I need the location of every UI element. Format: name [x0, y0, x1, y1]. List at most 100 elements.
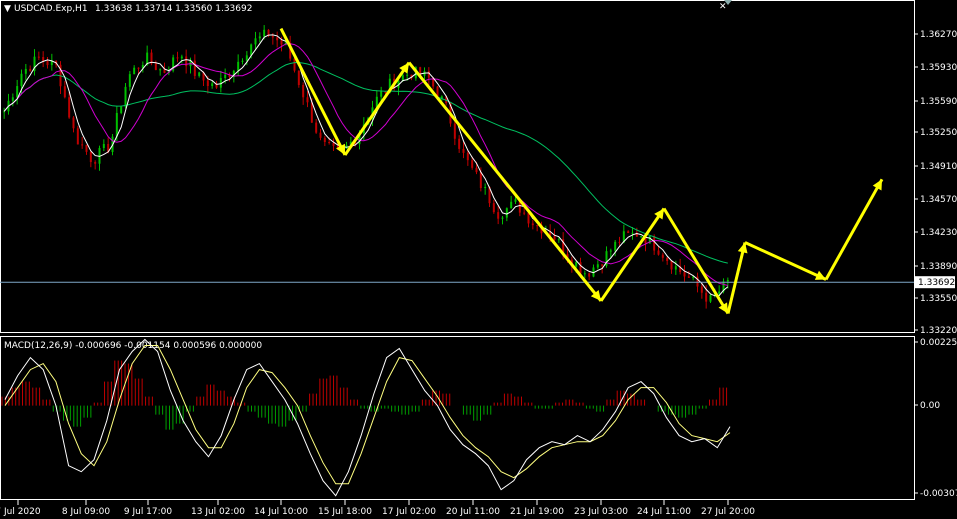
candle-body — [297, 70, 300, 85]
price-y-tick-label: 1.33890 — [920, 262, 957, 272]
candle-body — [575, 262, 578, 267]
candle-body — [614, 241, 617, 251]
price-y-tick-label: 1.34910 — [920, 162, 957, 172]
candle-body — [176, 57, 179, 59]
candle-body — [211, 83, 214, 87]
x-tick-label: 17 Jul 02:00 — [382, 507, 436, 517]
candle-body — [670, 260, 673, 270]
candle-body — [250, 44, 253, 56]
candle-body — [687, 276, 690, 278]
candle-body — [514, 199, 517, 202]
candle-body — [523, 212, 526, 214]
candle-body — [531, 223, 534, 226]
candle-body — [653, 236, 656, 251]
price-y-tick-label: 1.34570 — [920, 195, 957, 205]
chart-canvas[interactable]: ▼ USDCAD.Exp,H1 1.33638 1.33714 1.33560 … — [0, 0, 957, 519]
x-tick-label: 27 Jul 20:00 — [701, 507, 755, 517]
candle-body — [76, 128, 79, 145]
candle-body — [471, 160, 474, 168]
candle-body — [154, 63, 157, 71]
candle-body — [666, 257, 669, 261]
macd-header-label: MACD(12,26,9) -0.000696 -0.001154 0.0005… — [4, 341, 262, 351]
candle-body — [241, 60, 244, 62]
candle-body — [588, 273, 591, 277]
candle-body — [85, 144, 88, 152]
price-y-tick-label: 1.35930 — [920, 63, 957, 73]
candle-body — [661, 254, 664, 258]
projection-arrow — [744, 241, 827, 281]
candle-body — [497, 212, 500, 219]
candle-body — [94, 162, 97, 164]
candle-body — [583, 273, 586, 275]
price-y-tick-label: 1.34230 — [920, 228, 957, 238]
candle-body — [492, 203, 495, 213]
ohlc-label: 1.33638 1.33714 1.33560 1.33692 — [95, 4, 252, 14]
candle-body — [271, 36, 274, 38]
candle-body — [128, 74, 131, 87]
candle-body — [310, 102, 313, 123]
macd-y-tick-label: 0.002251 — [920, 338, 957, 348]
candle-body — [137, 67, 140, 69]
macd-panel[interactable] — [0, 336, 915, 500]
candle-body — [718, 291, 721, 294]
candle-body — [133, 67, 136, 75]
candle-body — [245, 55, 248, 61]
candle-body — [293, 58, 296, 71]
candle-body — [63, 86, 66, 98]
ma-slow-line — [3, 61, 728, 264]
candle-body — [280, 40, 283, 45]
symbol-label: USDCAD.Exp,H1 — [14, 4, 88, 14]
candle-body — [484, 186, 487, 189]
candle-body — [609, 250, 612, 252]
candle-body — [726, 279, 729, 282]
candle-body — [206, 80, 209, 87]
ma-mid-line — [3, 43, 728, 286]
price-y-tick-label: 1.33220 — [920, 326, 957, 336]
x-tick-label: 14 Jul 10:00 — [254, 507, 308, 517]
zigzag-arrow — [279, 27, 347, 156]
candle-body — [159, 69, 162, 71]
candle-body — [68, 97, 71, 118]
candle-body — [527, 212, 530, 224]
candle-body — [37, 56, 40, 58]
candle-body — [553, 235, 556, 240]
projection-arrow — [726, 242, 747, 314]
candle-body — [163, 69, 166, 73]
candle-body — [505, 208, 508, 218]
zigzag-arrow — [407, 61, 603, 302]
macd-series-layer — [1, 338, 731, 497]
candle-body — [557, 239, 560, 241]
price-y-tick-label: 1.35590 — [920, 97, 957, 107]
ma-fast-line — [3, 34, 729, 297]
candle-body — [401, 75, 404, 81]
candle-body — [258, 36, 261, 39]
candle-body — [224, 74, 227, 79]
x-tick-label: 8 Jul 09:00 — [62, 507, 111, 517]
candle-body — [627, 231, 630, 233]
candle-body — [406, 74, 409, 76]
candle-body — [596, 264, 599, 268]
candle-body — [237, 61, 240, 71]
candle-body — [198, 72, 201, 76]
candle-body — [601, 264, 604, 266]
candle-body — [475, 167, 478, 173]
candle-body — [510, 201, 513, 209]
candle-body — [709, 295, 712, 302]
candle-body — [315, 122, 318, 133]
candle-body — [302, 84, 305, 98]
candle-body — [254, 38, 257, 45]
x-tick-label: 24 Jul 11:00 — [637, 507, 691, 517]
price-y-tick-label: 1.35250 — [920, 128, 957, 138]
candle-body — [11, 97, 14, 101]
candle-body — [20, 73, 23, 87]
candle-body — [640, 236, 643, 238]
candle-body — [180, 56, 183, 59]
candle-body — [16, 86, 19, 98]
candle-body — [306, 97, 309, 103]
candle-body — [458, 138, 461, 149]
candle-body — [72, 117, 75, 129]
x-tick-label: 13 Jul 02:00 — [191, 507, 245, 517]
candle-body — [193, 60, 196, 76]
close-icon[interactable]: ✕ — [719, 2, 727, 12]
candle-body — [579, 262, 582, 274]
